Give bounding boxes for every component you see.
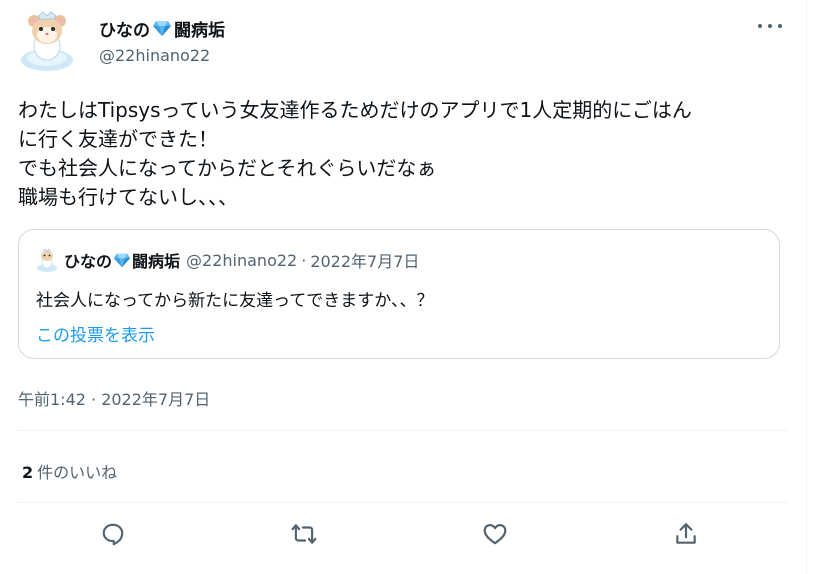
like-icon	[483, 524, 507, 545]
reply-icon	[102, 523, 124, 546]
likes-label: 件のいいね	[37, 463, 118, 482]
quoted-tweet[interactable]: ひなの 闘病垢 @22hinano22 · 2022年7月7日 社会人になってか…	[18, 229, 780, 359]
share-icon	[676, 523, 696, 544]
hamster-avatar-icon	[21, 11, 73, 71]
author-handle[interactable]: @22hinano22	[99, 46, 210, 65]
quoted-author-name-suffix: 闘病垢	[132, 252, 181, 271]
likes-count[interactable]: 2 件のいいね	[22, 459, 117, 483]
retweet-icon	[291, 524, 317, 544]
likes-number: 2	[22, 463, 34, 482]
author-name-suffix: 闘病垢	[174, 20, 225, 41]
share-button[interactable]	[672, 520, 700, 548]
tweet-text: わたしはTipsysっていう女友達作るためだけのアプリで1人定期的にごはん に行…	[18, 98, 692, 209]
retweet-button[interactable]	[290, 520, 318, 548]
quoted-author-avatar	[36, 248, 58, 272]
quoted-author-name: ひなの 闘病垢	[64, 248, 180, 272]
quoted-tweet-text: 社会人になってから新たに友達ってできますか、、？	[36, 291, 434, 311]
divider	[18, 502, 788, 503]
like-button[interactable]	[481, 520, 509, 548]
column-border	[806, 0, 807, 574]
show-poll-link[interactable]: この投票を表示	[36, 321, 155, 346]
hamster-avatar-icon	[37, 248, 57, 272]
author-avatar[interactable]	[19, 10, 75, 72]
divider	[18, 430, 788, 431]
quoted-tweet-date: 2022年7月7日	[310, 252, 420, 271]
gem-icon	[113, 251, 131, 269]
author-name-prefix: ひなの	[99, 20, 150, 41]
more-options-icon[interactable]	[758, 18, 782, 34]
reply-button[interactable]	[99, 520, 127, 548]
author-name[interactable]: ひなの 闘病垢	[99, 17, 225, 41]
quoted-tweet-header: ひなの 闘病垢 @22hinano22 · 2022年7月7日	[36, 248, 420, 272]
quoted-author-name-prefix: ひなの	[64, 252, 113, 271]
tweet-timestamp[interactable]: 午前1:42 · 2022年7月7日	[18, 386, 210, 410]
quoted-author-handle: @22hinano22	[186, 250, 298, 270]
gem-icon	[152, 18, 172, 38]
quoted-meta-separator: ·	[301, 250, 307, 270]
